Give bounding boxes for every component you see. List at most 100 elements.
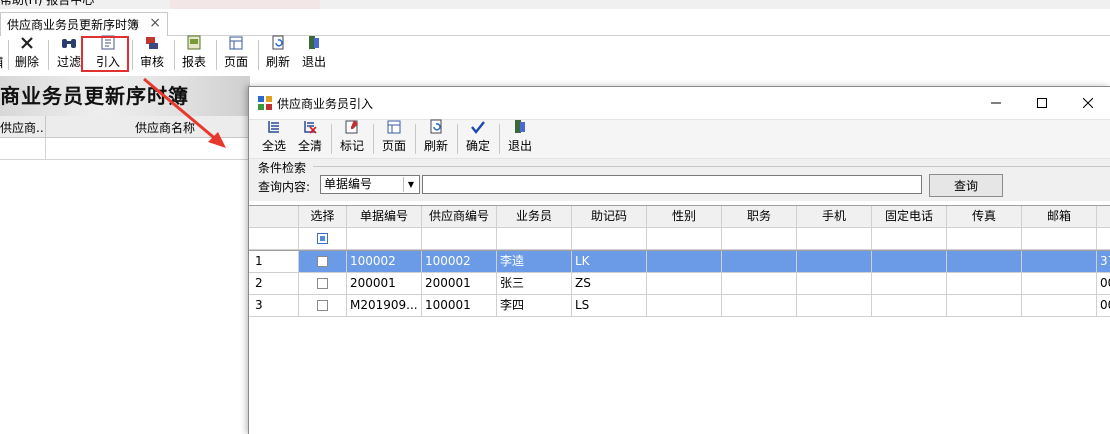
dialog-refresh-button[interactable]: 刷新 [421, 119, 451, 158]
delete-button[interactable]: 删除 [12, 36, 42, 74]
row-number[interactable]: 3 [249, 295, 299, 317]
cell-email[interactable] [1022, 273, 1097, 295]
filter-cell[interactable] [497, 228, 572, 250]
cell-position[interactable] [722, 251, 797, 273]
cell-staff[interactable]: 李四 [497, 295, 572, 317]
cell-staff[interactable]: 李逵 [497, 251, 572, 273]
cell-position[interactable] [722, 273, 797, 295]
cell-supplier-no[interactable]: 100002 [422, 251, 497, 273]
column-header-position[interactable]: 职务 [722, 206, 797, 228]
cell-email[interactable] [1022, 295, 1097, 317]
report-label: 报表 [181, 55, 206, 69]
filter-cell[interactable] [347, 228, 422, 250]
search-button[interactable]: 查询 [929, 174, 1003, 197]
page-button[interactable]: 页面 [221, 36, 251, 74]
cell-landline[interactable] [872, 251, 947, 273]
cell-email[interactable] [1022, 251, 1097, 273]
column-header-doc-no[interactable]: 单据编号 [347, 206, 422, 228]
filter-cell[interactable] [572, 228, 647, 250]
row-checkbox[interactable] [317, 300, 328, 311]
condition-search-group: 条件检索 查询内容: 单据编号 ▼ 查询 [249, 159, 1110, 201]
cell-position[interactable] [722, 295, 797, 317]
cell-doc-no[interactable]: 200001 [347, 273, 422, 295]
confirm-button[interactable]: 确定 [463, 120, 493, 158]
column-header-mobile[interactable]: 手机 [797, 206, 872, 228]
column-header-mnemonic[interactable]: 助记码 [572, 206, 647, 228]
cell-mnemonic[interactable]: LK [572, 251, 647, 273]
row-checkbox-cell[interactable] [299, 251, 347, 273]
row-checkbox-cell[interactable] [299, 273, 347, 295]
cell-doc-no[interactable]: 100002 [347, 251, 422, 273]
document-tab-bar: 供应商业务员更新序时簿 × [0, 9, 1110, 36]
cell-landline[interactable] [872, 295, 947, 317]
cell-extra[interactable]: 00 [1097, 273, 1110, 295]
filter-button[interactable]: 过滤 [54, 36, 84, 74]
filter-cell[interactable] [797, 228, 872, 250]
row-number[interactable]: 2 [249, 273, 299, 295]
cell-landline[interactable] [872, 273, 947, 295]
column-header-supplier-no[interactable]: 供应商编号 [422, 206, 497, 228]
column-header-extra[interactable] [1097, 206, 1110, 228]
dialog-page-button[interactable]: 页面 [379, 120, 409, 158]
cell-fax[interactable] [947, 251, 1022, 273]
column-header-landline[interactable]: 固定电话 [872, 206, 947, 228]
audit-button[interactable]: 审核 [137, 36, 167, 74]
toolbar-clipped-button[interactable]: 菲 [0, 36, 6, 74]
chevron-down-icon[interactable]: ▼ [403, 177, 418, 192]
cell-supplier-no[interactable]: 100001 [422, 295, 497, 317]
tab-close-icon[interactable]: × [149, 15, 161, 31]
column-header-staff[interactable]: 业务员 [497, 206, 572, 228]
query-input[interactable] [422, 175, 922, 194]
cell-mnemonic[interactable]: LS [572, 295, 647, 317]
filter-cell[interactable] [947, 228, 1022, 250]
column-divider [45, 116, 46, 138]
row-number[interactable]: 1 [249, 251, 299, 273]
exit-label: 退出 [301, 55, 326, 69]
row-checkbox[interactable] [317, 278, 328, 289]
filter-cell[interactable] [1097, 228, 1110, 250]
exit-button[interactable]: 退出 [299, 36, 329, 74]
cell-supplier-no[interactable]: 200001 [422, 273, 497, 295]
cell-staff[interactable]: 张三 [497, 273, 572, 295]
filter-label: 过滤 [56, 55, 81, 69]
cell-extra[interactable]: 37 [1097, 251, 1110, 273]
cell-mobile[interactable] [797, 295, 872, 317]
select-all-button[interactable]: 全选 [259, 120, 289, 158]
filter-cell[interactable] [647, 228, 722, 250]
cell-extra[interactable]: 00 [1097, 295, 1110, 317]
tab-supplier-staff-update[interactable]: 供应商业务员更新序时簿 × [0, 12, 168, 36]
report-button[interactable]: 报表 [179, 35, 209, 74]
cell-mobile[interactable] [797, 273, 872, 295]
filter-cell[interactable] [422, 228, 497, 250]
toolbar-separator [8, 40, 9, 70]
maximize-button[interactable] [1019, 87, 1065, 119]
filter-cell[interactable] [722, 228, 797, 250]
column-header-supplier-code[interactable]: 供应商... [0, 119, 44, 136]
column-header-gender[interactable]: 性别 [647, 206, 722, 228]
dialog-exit-button[interactable]: 退出 [505, 120, 535, 158]
cell-gender[interactable] [647, 295, 722, 317]
mark-button[interactable]: 标记 [337, 120, 367, 158]
cell-mnemonic[interactable]: ZS [572, 273, 647, 295]
column-header-select[interactable]: 选择 [299, 206, 347, 228]
cell-mobile[interactable] [797, 251, 872, 273]
clear-all-button[interactable]: 全清 [295, 120, 325, 158]
cell-gender[interactable] [647, 273, 722, 295]
minimize-button[interactable] [973, 87, 1019, 119]
select-all-checkbox[interactable] [317, 233, 328, 244]
close-button[interactable] [1065, 87, 1110, 119]
cell-fax[interactable] [947, 295, 1022, 317]
cell-doc-no[interactable]: M201909... [347, 295, 422, 317]
refresh-button[interactable]: 刷新 [263, 35, 293, 74]
filter-cell[interactable] [872, 228, 947, 250]
column-header-fax[interactable]: 传真 [947, 206, 1022, 228]
row-checkbox[interactable] [317, 256, 328, 267]
row-checkbox-cell[interactable] [299, 295, 347, 317]
query-field-select[interactable]: 单据编号 ▼ [320, 175, 420, 194]
column-header-email[interactable]: 邮箱 [1022, 206, 1097, 228]
cell-fax[interactable] [947, 273, 1022, 295]
filter-select-all-cell[interactable] [299, 228, 347, 250]
cell-gender[interactable] [647, 251, 722, 273]
menu-highlight [170, 0, 320, 9]
filter-cell[interactable] [1022, 228, 1097, 250]
